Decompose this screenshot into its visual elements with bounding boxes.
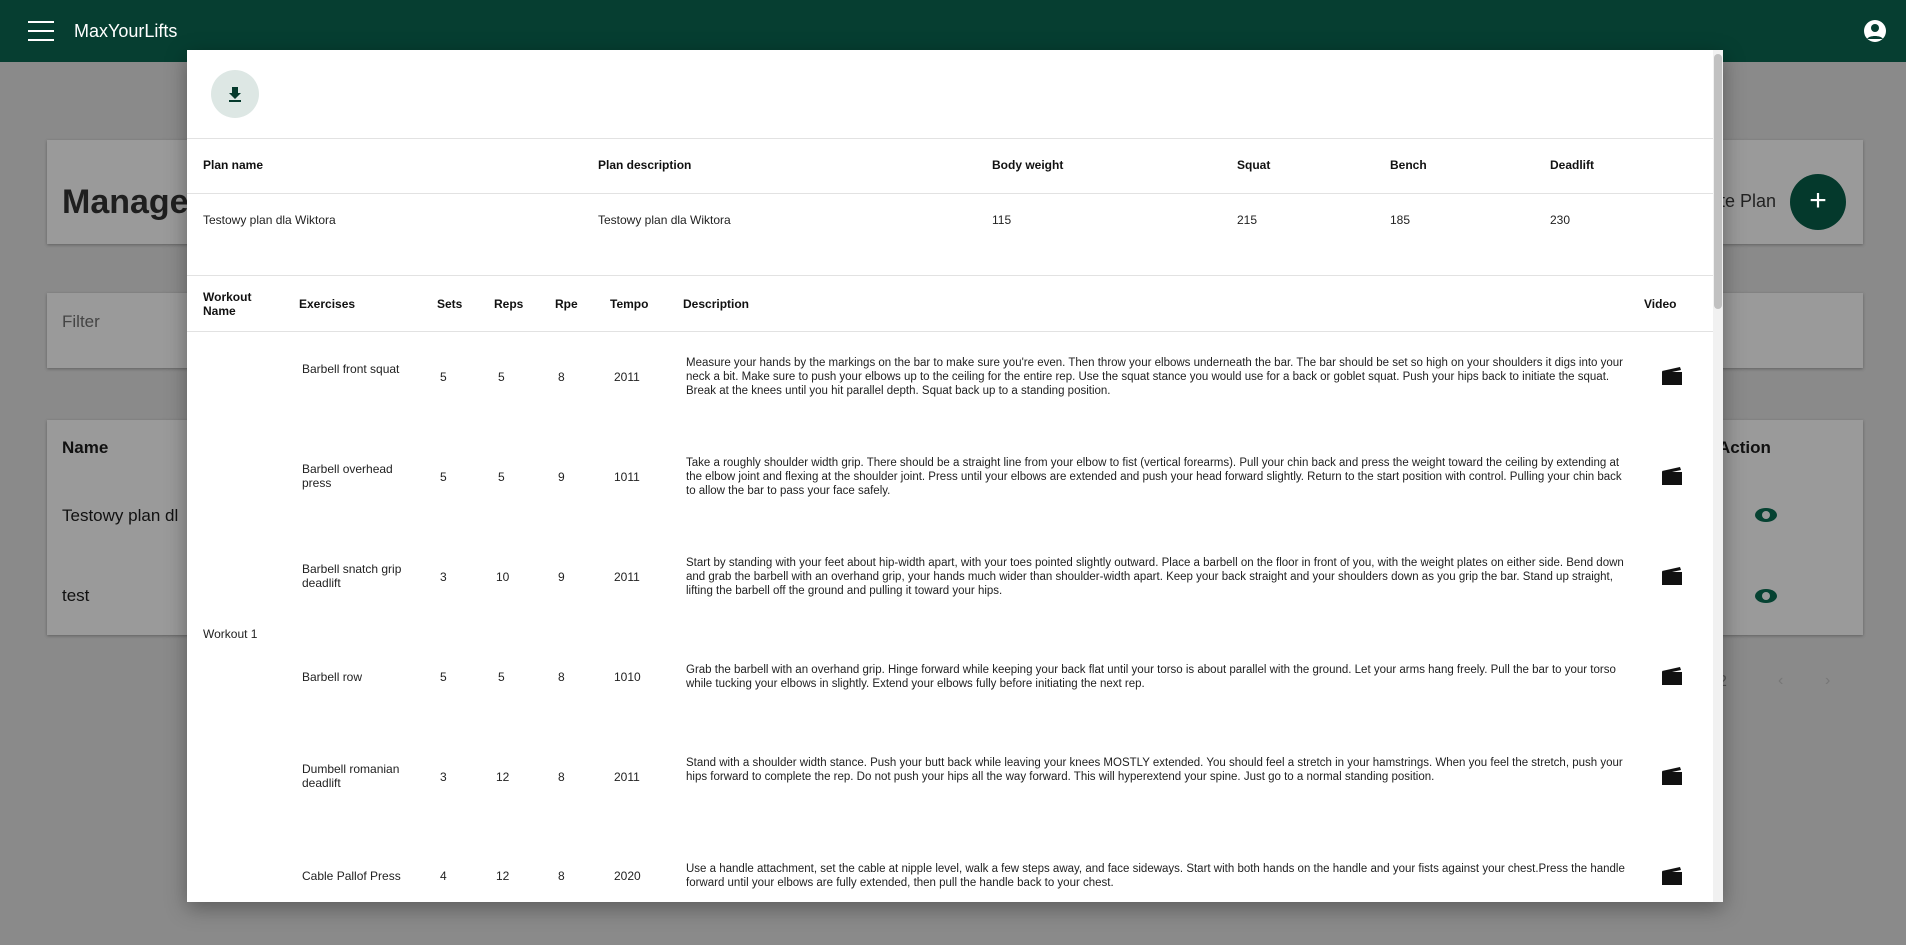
table-row[interactable]: test (62, 586, 89, 606)
video-icon[interactable] (1661, 666, 1683, 686)
exercise-description: Use a handle attachment, set the cable a… (686, 863, 1625, 889)
name-column-header: Name (62, 438, 109, 457)
sets-value: 5 (440, 370, 447, 384)
tempo-value: 2011 (614, 570, 640, 584)
squat-value: 215 (1237, 213, 1258, 227)
sets-value: 3 (440, 570, 447, 584)
reps-value: 5 (498, 670, 505, 684)
exercise-description: Measure your hands by the markings on th… (686, 357, 1624, 397)
video-header: Video (1644, 297, 1677, 311)
deadlift-header: Deadlift (1550, 158, 1595, 172)
exercises-header: Exercises (299, 297, 356, 311)
exercise-description: Grab the barbell with an overhand grip. … (686, 664, 1616, 690)
body-weight-header: Body weight (992, 158, 1064, 172)
page-title: Manage (62, 183, 189, 221)
create-plan-label[interactable]: te Plan (1720, 191, 1776, 212)
plan-name-header: Plan name (203, 158, 264, 172)
reps-header: Reps (494, 297, 524, 311)
workout-name-cell: Workout 1 (203, 627, 258, 641)
exercise-description: Stand with a shoulder width stance. Push… (686, 757, 1623, 783)
exercise-name: Cable Pallof Press (302, 869, 401, 883)
exercise-name: Dumbell romanian deadlift (302, 762, 400, 790)
exercise-description: Take a roughly shoulder width grip. Ther… (686, 457, 1622, 497)
body-weight-value: 115 (992, 213, 1012, 227)
prev-page-icon[interactable]: ‹ (1778, 672, 1783, 690)
exercise-name: Barbell front squat (302, 362, 400, 376)
action-column-header: Action (1718, 438, 1771, 457)
video-icon[interactable] (1661, 366, 1683, 386)
bench-value: 185 (1390, 213, 1411, 227)
video-icon[interactable] (1661, 466, 1683, 486)
rpe-value: 8 (558, 770, 565, 784)
video-icon[interactable] (1661, 566, 1683, 586)
app-title: MaxYourLifts (74, 20, 178, 41)
description-header: Description (683, 297, 750, 311)
exercise-name: Barbell row (302, 670, 363, 684)
exercise-name: Barbell snatch grip deadlift (302, 562, 402, 590)
tempo-header: Tempo (610, 297, 649, 311)
sets-value: 4 (440, 869, 447, 883)
sets-header: Sets (437, 297, 463, 311)
menu-icon[interactable] (28, 21, 54, 41)
rpe-value: 8 (558, 370, 565, 384)
sets-value: 5 (440, 470, 447, 484)
sets-value: 3 (440, 770, 447, 784)
plan-description-header: Plan description (598, 158, 692, 172)
reps-value: 5 (498, 370, 505, 384)
deadlift-value: 230 (1550, 213, 1571, 227)
download-icon (229, 87, 241, 102)
plan-description-value: Testowy plan dla Wiktora (598, 213, 731, 227)
filter-input[interactable]: Filter (62, 312, 100, 332)
squat-header: Squat (1237, 158, 1271, 172)
rpe-value: 9 (558, 570, 565, 584)
tempo-value: 2011 (614, 770, 640, 784)
account-icon[interactable] (1864, 20, 1886, 42)
view-icon[interactable] (1755, 589, 1777, 603)
add-plan-button[interactable]: + (1790, 174, 1846, 230)
rpe-value: 8 (558, 869, 565, 883)
tempo-value: 1011 (614, 470, 640, 484)
plan-name-value: Testowy plan dla Wiktora (203, 213, 336, 227)
reps-value: 5 (498, 470, 505, 484)
tempo-value: 2020 (614, 869, 641, 883)
rpe-value: 9 (558, 470, 565, 484)
table-row[interactable]: Testowy plan dl (62, 506, 178, 526)
bench-header: Bench (1390, 158, 1427, 172)
workout-name-header: Workout Name (203, 290, 252, 318)
reps-value: 12 (496, 770, 510, 784)
reps-value: 10 (496, 570, 510, 584)
download-button[interactable] (211, 70, 259, 118)
exercise-description: Start by standing with your feet about h… (686, 557, 1624, 597)
sets-value: 5 (440, 670, 447, 684)
tempo-value: 1010 (614, 670, 641, 684)
rpe-value: 8 (558, 670, 565, 684)
video-icon[interactable] (1661, 766, 1683, 786)
dialog-scrollbar[interactable] (1713, 50, 1723, 902)
tempo-value: 2011 (614, 370, 640, 384)
view-icon[interactable] (1755, 508, 1777, 522)
exercise-name: Barbell overhead press (302, 462, 393, 490)
next-page-icon[interactable]: › (1825, 672, 1830, 690)
rpe-header: Rpe (555, 297, 578, 311)
reps-value: 12 (496, 869, 510, 883)
video-icon[interactable] (1661, 866, 1683, 886)
